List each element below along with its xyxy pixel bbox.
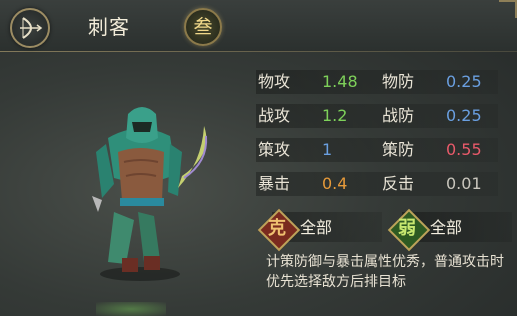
stat-row: 战攻 1.2 战防 0.25 xyxy=(256,102,498,130)
stat-label: 反击 xyxy=(382,174,415,193)
stat-label: 策防 xyxy=(382,140,415,159)
stat-row: 策攻 1 策防 0.55 xyxy=(256,136,498,164)
weak-badge: 弱 xyxy=(398,218,416,239)
stat-value: 1 xyxy=(322,140,333,159)
stat-value: 0.25 xyxy=(446,106,482,125)
stat-row: 暴击 0.4 反击 0.01 xyxy=(256,170,498,198)
stat-label: 战防 xyxy=(382,106,415,125)
weak-against: 弱 全部 xyxy=(387,208,512,252)
corner-ornament xyxy=(499,0,517,18)
stat-label: 策攻 xyxy=(258,140,291,159)
header-divider xyxy=(0,51,517,52)
header-bar xyxy=(0,0,517,52)
bow-icon[interactable] xyxy=(10,8,50,48)
stat-label: 暴击 xyxy=(258,174,291,193)
unit-info-panel: 刺客 叁 物攻 1.48 物防 0.25 战攻 1.2 战防 0.25 策攻 1… xyxy=(0,0,517,316)
strong-badge: 克 xyxy=(268,218,286,239)
stat-value: 1.48 xyxy=(322,72,358,91)
stat-value: 0.4 xyxy=(322,174,348,193)
hero-portrait xyxy=(92,107,208,281)
stats-table: 物攻 1.48 物防 0.25 战攻 1.2 战防 0.25 策攻 1 策防 0… xyxy=(256,68,498,200)
strong-target: 全部 xyxy=(300,218,333,237)
stat-value: 0.55 xyxy=(446,140,482,159)
strong-against: 克 全部 xyxy=(257,208,382,252)
weak-target: 全部 xyxy=(430,218,463,237)
stat-value: 1.2 xyxy=(322,106,348,125)
selection-glow xyxy=(96,302,166,316)
stat-label: 物攻 xyxy=(258,72,291,91)
stat-label: 战攻 xyxy=(258,106,291,125)
stat-value: 0.01 xyxy=(446,174,482,193)
rank-badge: 叁 xyxy=(184,8,222,46)
stat-row: 物攻 1.48 物防 0.25 xyxy=(256,68,498,96)
stat-value: 0.25 xyxy=(446,72,482,91)
unit-description: 计策防御与暴击属性优秀，普通攻击时优先选择敌方后排目标 xyxy=(266,254,504,290)
class-name: 刺客 xyxy=(88,15,130,39)
stat-label: 物防 xyxy=(382,72,415,91)
